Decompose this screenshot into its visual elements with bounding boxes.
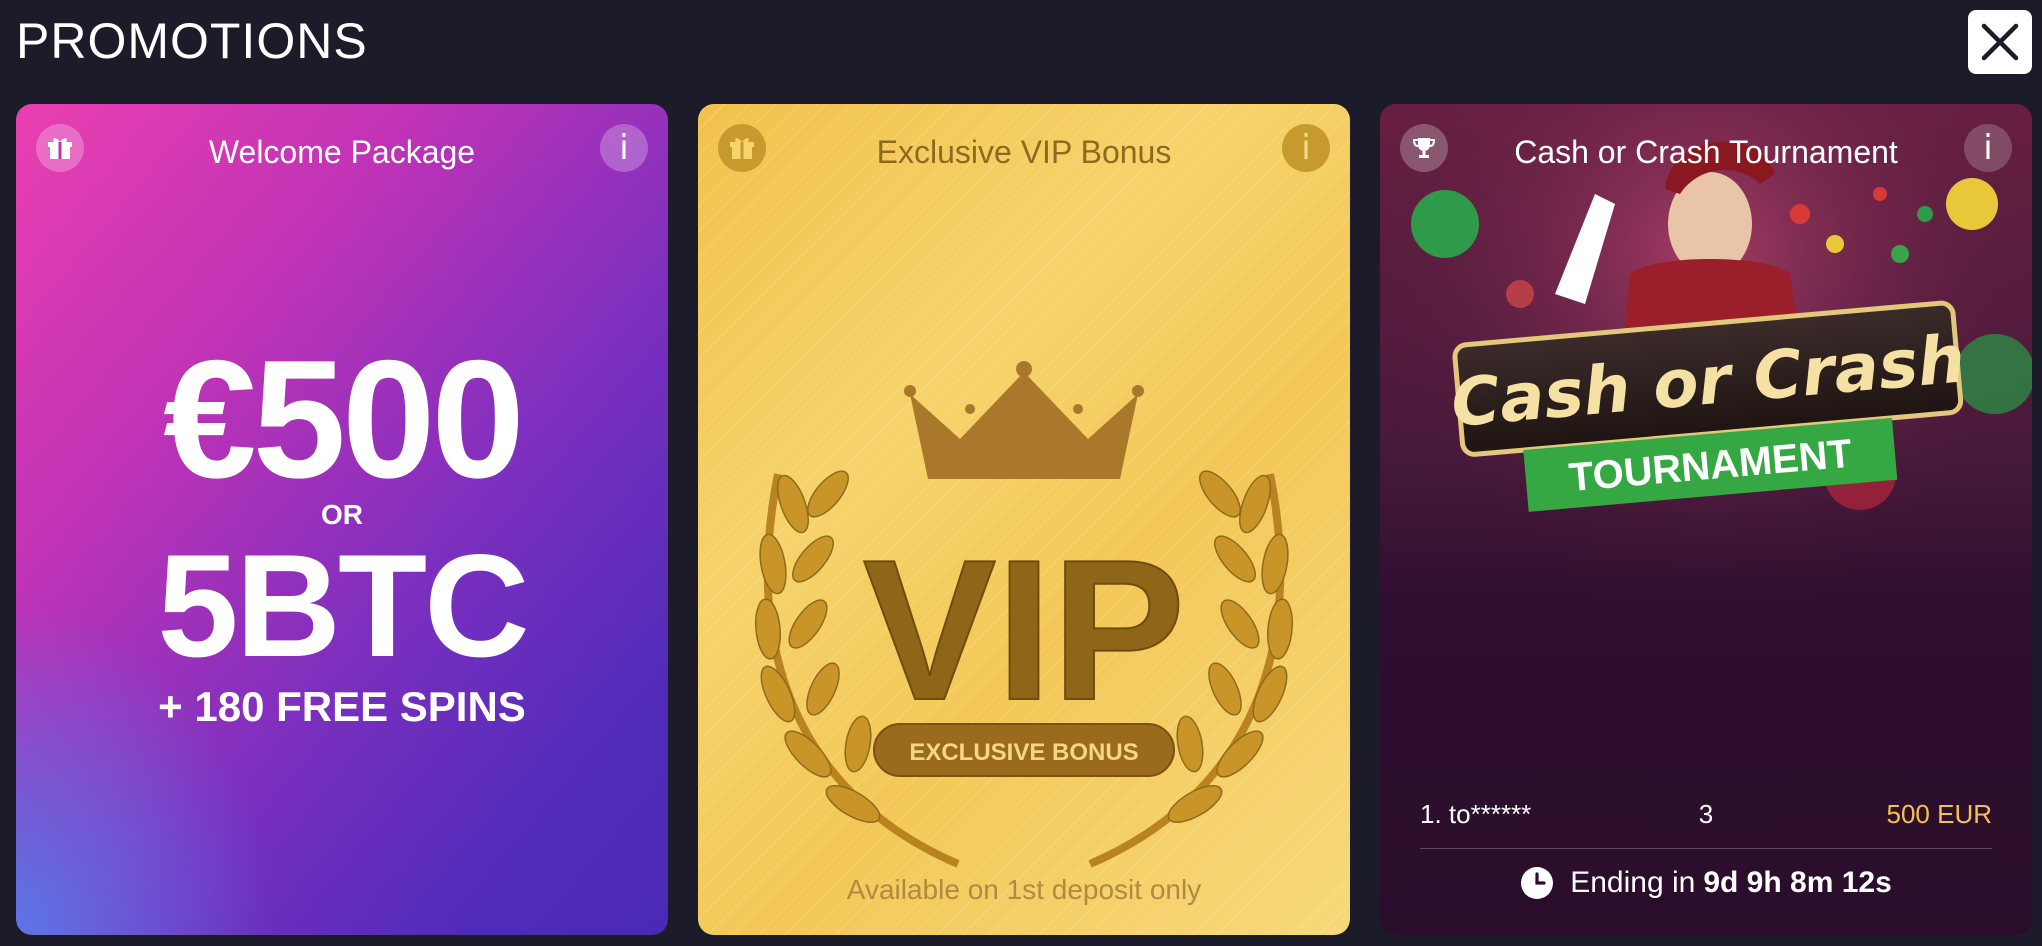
close-button[interactable] xyxy=(1968,10,2032,74)
promo-card-welcome[interactable]: Welcome Package i €500 OR 5BTC + 180 FRE… xyxy=(16,104,668,935)
promo-card-vip[interactable]: Exclusive VIP Bonus i VIP EXCLUSIVE BONU… xyxy=(698,104,1350,935)
welcome-offer: €500 OR 5BTC + 180 FREE SPINS xyxy=(16,325,668,732)
info-button[interactable]: i xyxy=(1964,124,2012,172)
close-icon xyxy=(1981,23,2019,61)
crown-icon xyxy=(904,361,1144,479)
offer-amount: €500 xyxy=(163,325,525,513)
gift-icon xyxy=(718,124,766,172)
offer-alt-amount: 5BTC xyxy=(157,524,529,687)
tournament-countdown: Ending in 9d 9h 8m 12s xyxy=(1380,866,2032,900)
clock-icon xyxy=(1521,867,1554,899)
card-title: Cash or Crash Tournament xyxy=(1514,133,1898,170)
card-title: Welcome Package xyxy=(208,133,476,170)
offer-spins: + 180 FREE SPINS xyxy=(158,683,526,730)
leader-prize: 500 EUR xyxy=(1886,798,1993,829)
vip-footer-note: Available on 1st deposit only xyxy=(846,874,1202,905)
exclusive-badge-label: EXCLUSIVE BONUS xyxy=(909,739,1138,766)
card-title: Exclusive VIP Bonus xyxy=(876,133,1172,170)
tournament-hero-image: Cash or Crash TOURNAMENT xyxy=(1380,104,2032,704)
countdown-label: Ending in xyxy=(1570,866,1696,899)
gift-icon xyxy=(36,124,84,172)
leader-rank-name: 1. to****** xyxy=(1420,798,1532,829)
vip-emblem: VIP EXCLUSIVE BONUS xyxy=(755,361,1293,868)
trophy-icon xyxy=(1400,124,1448,172)
vip-text: VIP xyxy=(863,519,1185,742)
leaderboard-row: 1. to****** 3 500 EUR xyxy=(1420,794,1992,849)
leader-score: 3 xyxy=(1698,798,1714,829)
info-button[interactable]: i xyxy=(600,124,648,172)
info-button[interactable]: i xyxy=(1282,124,1330,172)
page-title: PROMOTIONS xyxy=(16,13,368,69)
countdown-time: 9d 9h 8m 12s xyxy=(1703,866,1892,899)
promo-card-tournament[interactable]: Cash or Crash TOURNAMENT Cash or Crash T… xyxy=(1380,104,2032,935)
